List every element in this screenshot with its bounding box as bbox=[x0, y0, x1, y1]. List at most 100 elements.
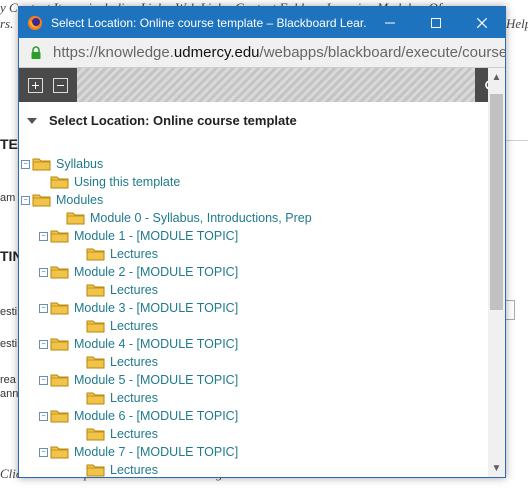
tree-node-label[interactable]: Module 1 - [MODULE TOPIC] bbox=[74, 229, 238, 243]
tree-node-label[interactable]: Module 6 - [MODULE TOPIC] bbox=[74, 409, 238, 423]
maximize-button[interactable] bbox=[413, 7, 459, 38]
tree-node[interactable]: − Module 2 - [MODULE TOPIC] bbox=[39, 263, 238, 281]
vertical-scrollbar[interactable]: ▲ ▼ bbox=[488, 68, 505, 477]
window-titlebar[interactable]: Select Location: Online course template … bbox=[19, 7, 505, 38]
tree-node[interactable]: Module 0 - Syllabus, Introductions, Prep bbox=[55, 209, 312, 227]
tree-expander-icon[interactable]: − bbox=[39, 231, 48, 241]
tree-node[interactable]: Using this template bbox=[39, 173, 180, 191]
collapse-triangle-icon bbox=[27, 117, 37, 124]
select-location-window: Select Location: Online course template … bbox=[18, 6, 506, 478]
firefox-icon bbox=[28, 15, 42, 30]
url-path: /webapps/blackboard/execute/course/cc bbox=[259, 44, 505, 61]
folder-icon bbox=[50, 266, 69, 279]
tree-node-label[interactable]: Module 3 - [MODULE TOPIC] bbox=[74, 301, 238, 315]
close-button[interactable] bbox=[459, 7, 505, 38]
tree-node-label[interactable]: Modules bbox=[56, 193, 103, 207]
tree-node-label[interactable]: Module 0 - Syllabus, Introductions, Prep bbox=[90, 211, 312, 225]
tree-node[interactable]: − Module 3 - [MODULE TOPIC] bbox=[39, 299, 238, 317]
background-text-fragment: esti bbox=[0, 306, 18, 318]
window-title: Select Location: Online course template … bbox=[51, 15, 367, 30]
tree-toolbar bbox=[19, 68, 505, 102]
tree-node-label[interactable]: Module 4 - [MODULE TOPIC] bbox=[74, 337, 238, 351]
folder-icon bbox=[50, 230, 69, 243]
tree-node[interactable]: − Module 6 - [MODULE TOPIC] bbox=[39, 407, 238, 425]
tree-expander-icon[interactable]: − bbox=[21, 159, 30, 169]
url-host: udmercy.edu bbox=[173, 44, 260, 61]
tree-node[interactable]: − Syllabus bbox=[21, 155, 103, 173]
folder-icon bbox=[66, 212, 85, 225]
background-text-fragment: am bbox=[0, 192, 16, 204]
folder-icon bbox=[86, 356, 105, 369]
background-text-fragment: rs. bbox=[0, 16, 14, 31]
tree-expander-icon[interactable]: − bbox=[39, 339, 48, 349]
minus-icon bbox=[57, 84, 64, 86]
scroll-down-icon[interactable]: ▼ bbox=[491, 463, 502, 474]
tree-node-label[interactable]: Lectures bbox=[110, 427, 158, 441]
maximize-icon bbox=[431, 17, 441, 28]
collapse-all-button[interactable] bbox=[53, 77, 68, 93]
folder-icon bbox=[86, 248, 105, 261]
tree-node-label[interactable]: Lectures bbox=[110, 283, 158, 297]
url-prefix: https://knowledge. bbox=[53, 44, 174, 61]
tree-node[interactable]: Lectures bbox=[75, 245, 158, 263]
tree-node-label[interactable]: Lectures bbox=[110, 247, 158, 261]
plus-icon bbox=[32, 81, 39, 89]
tree-node-label[interactable]: Module 2 - [MODULE TOPIC] bbox=[74, 265, 238, 279]
tree-node-label[interactable]: Module 5 - [MODULE TOPIC] bbox=[74, 373, 238, 387]
background-text-fragment: rea bbox=[0, 374, 16, 386]
expand-collapse-group bbox=[19, 68, 77, 102]
folder-icon bbox=[32, 158, 51, 171]
background-input-fragment bbox=[505, 300, 515, 320]
folder-icon bbox=[86, 392, 105, 405]
tree-panel: Select Location: Online course template … bbox=[19, 101, 487, 477]
address-bar[interactable]: https://knowledge. udmercy.edu/webapps/bl… bbox=[19, 38, 505, 68]
expand-all-button[interactable] bbox=[28, 77, 43, 93]
tree-expander-icon[interactable]: − bbox=[39, 411, 48, 421]
scroll-up-icon[interactable]: ▲ bbox=[491, 72, 502, 83]
tree-node[interactable]: Lectures bbox=[75, 389, 158, 407]
tree-node-label[interactable]: Module 7 - [MODULE TOPIC] bbox=[74, 445, 238, 459]
tree-expander-icon[interactable]: − bbox=[39, 267, 48, 277]
folder-icon bbox=[50, 302, 69, 315]
tree-node-label[interactable]: Lectures bbox=[110, 319, 158, 333]
tree-node[interactable]: Lectures bbox=[75, 281, 158, 299]
folder-icon bbox=[50, 410, 69, 423]
tree-node[interactable]: Lectures bbox=[75, 461, 158, 477]
background-text-fragment: esti bbox=[0, 338, 18, 350]
background-help-link: Help bbox=[506, 16, 528, 31]
scrollbar-thumb[interactable] bbox=[490, 94, 503, 310]
tree-expander-icon[interactable]: − bbox=[21, 195, 30, 205]
folder-icon bbox=[86, 320, 105, 333]
folder-icon bbox=[50, 338, 69, 351]
tree-node[interactable]: − Module 4 - [MODULE TOPIC] bbox=[39, 335, 238, 353]
folder-icon bbox=[50, 176, 69, 189]
folder-icon bbox=[50, 446, 69, 459]
close-icon bbox=[477, 17, 487, 28]
tree-node-label[interactable]: Lectures bbox=[110, 391, 158, 405]
tree-node-label[interactable]: Syllabus bbox=[56, 157, 103, 171]
tree-node-label[interactable]: Lectures bbox=[110, 355, 158, 369]
tree-expander-icon[interactable]: − bbox=[39, 447, 48, 457]
background-heading-fragment: TE bbox=[0, 136, 18, 152]
tree-node-label[interactable]: Using this template bbox=[74, 175, 180, 189]
folder-icon bbox=[86, 428, 105, 441]
tree-node[interactable]: Lectures bbox=[75, 425, 158, 443]
tree-node[interactable]: − Modules bbox=[21, 191, 103, 209]
tree-node[interactable]: − Module 7 - [MODULE TOPIC] bbox=[39, 443, 238, 461]
tree-node[interactable]: − Module 5 - [MODULE TOPIC] bbox=[39, 371, 238, 389]
panel-heading[interactable]: Select Location: Online course template bbox=[27, 113, 297, 128]
tree-node[interactable]: − Module 1 - [MODULE TOPIC] bbox=[39, 227, 238, 245]
tree-node-label[interactable]: Lectures bbox=[110, 463, 158, 477]
minimize-button[interactable] bbox=[367, 7, 413, 38]
background-text-fragment: ann bbox=[0, 388, 19, 400]
folder-icon bbox=[86, 284, 105, 297]
tree-expander-icon[interactable]: − bbox=[39, 375, 48, 385]
background-divider bbox=[504, 140, 528, 141]
folder-icon bbox=[86, 464, 105, 477]
tree-expander-icon[interactable]: − bbox=[39, 303, 48, 313]
folder-icon bbox=[32, 194, 51, 207]
tree-node[interactable]: Lectures bbox=[75, 353, 158, 371]
panel-heading-text: Select Location: Online course template bbox=[49, 113, 297, 128]
folder-icon bbox=[50, 374, 69, 387]
tree-node[interactable]: Lectures bbox=[75, 317, 158, 335]
